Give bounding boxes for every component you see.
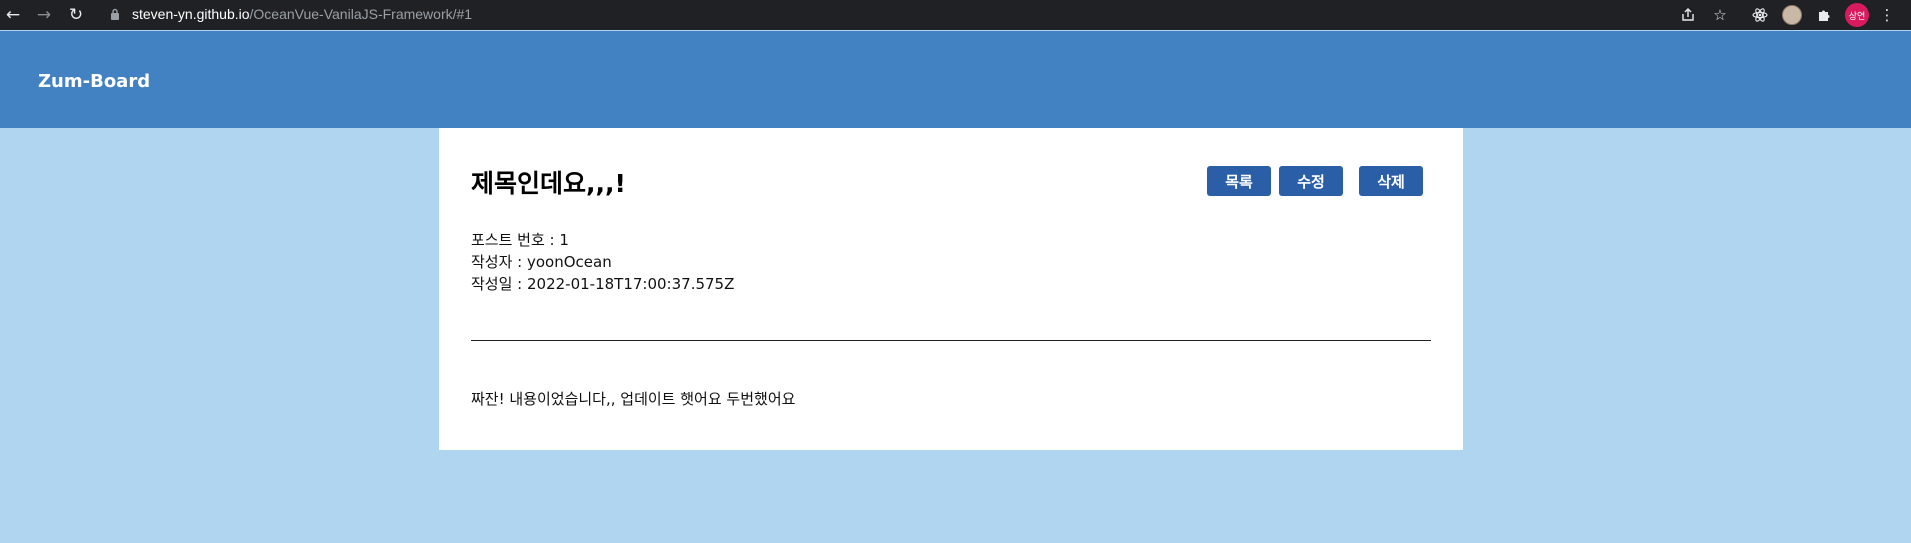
puzzle-icon[interactable]	[1813, 4, 1835, 26]
back-arrow-icon[interactable]: ←	[2, 4, 24, 26]
post-date: 작성일 : 2022-01-18T17:00:37.575Z	[471, 275, 735, 293]
extension-avatar-icon[interactable]	[1782, 5, 1802, 25]
url-host: steven-yn.github.io	[132, 6, 250, 22]
divider	[471, 340, 1431, 341]
url-text[interactable]: steven-yn.github.io/OceanVue-VanilaJS-Fr…	[132, 6, 472, 22]
share-icon[interactable]	[1677, 4, 1699, 26]
post-author: 작성자 : yoonOcean	[471, 253, 612, 271]
address-bar[interactable]: steven-yn.github.io/OceanVue-VanilaJS-Fr…	[98, 1, 1668, 28]
edit-button[interactable]: 수정	[1279, 166, 1343, 196]
post-title: 제목인데요,,,!	[471, 169, 626, 198]
profile-avatar[interactable]: 상연	[1845, 3, 1869, 27]
forward-arrow-icon[interactable]: →	[33, 4, 55, 26]
star-icon[interactable]: ☆	[1709, 4, 1731, 26]
delete-button[interactable]: 삭제	[1359, 166, 1423, 196]
browser-toolbar: ← → ↻ steven-yn.github.io/OceanVue-Vanil…	[0, 0, 1911, 30]
post-meta: 포스트 번호 : 1 작성자 : yoonOcean 작성일 : 2022-01…	[471, 229, 734, 295]
atom-icon[interactable]	[1749, 4, 1771, 26]
post-card: 제목인데요,,,! 목록 수정 삭제 포스트 번호 : 1 작성자 : yoon…	[439, 128, 1463, 450]
list-button[interactable]: 목록	[1207, 166, 1271, 196]
kebab-menu-icon[interactable]: ⋮	[1876, 4, 1898, 26]
post-number: 포스트 번호 : 1	[471, 231, 569, 249]
post-content: 짜잔! 내용이었습니다,, 업데이트 햇어요 두번했어요	[471, 390, 796, 408]
lock-icon[interactable]	[110, 8, 120, 20]
brand-logo[interactable]: Zum-Board	[38, 71, 150, 92]
url-path: /OceanVue-VanilaJS-Framework/#1	[249, 6, 473, 22]
app-header: Zum-Board	[0, 31, 1911, 128]
reload-icon[interactable]: ↻	[65, 4, 87, 26]
